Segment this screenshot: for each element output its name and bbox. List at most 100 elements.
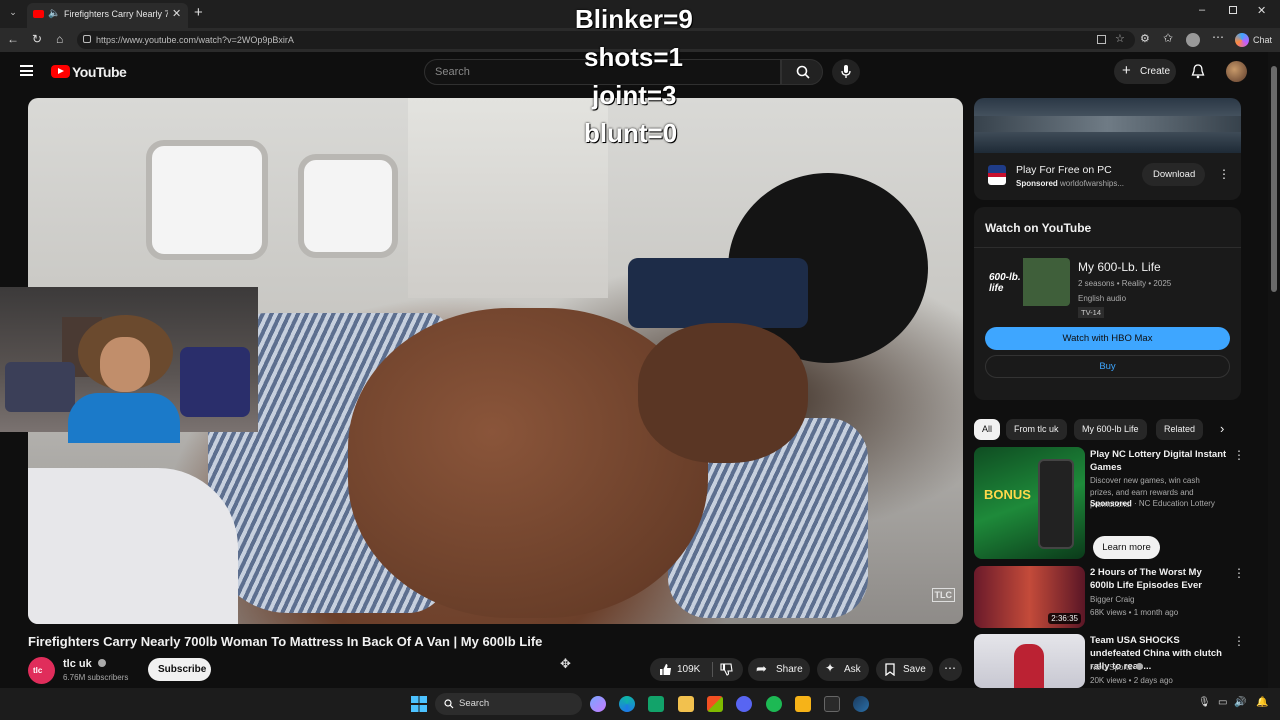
chip-my-600lb-life[interactable]: My 600-lb Life xyxy=(1074,419,1147,440)
webcam-chair xyxy=(180,347,250,417)
home-icon[interactable]: ⌂ xyxy=(56,32,63,46)
copilot-app-icon[interactable] xyxy=(590,696,606,712)
chips-next-chevron-icon[interactable]: › xyxy=(1220,421,1224,436)
overlay-stat-blunt: blunt=0 xyxy=(584,118,678,148)
extensions-icon[interactable]: ⚙ xyxy=(1140,32,1150,45)
ad-download-button[interactable]: Download xyxy=(1142,163,1205,186)
show-thumb-text: 600-lb. life xyxy=(989,272,1021,294)
learn-more-button[interactable]: Learn more xyxy=(1093,536,1160,559)
player-graphic xyxy=(1014,644,1044,688)
rec-title[interactable]: 2 Hours of The Worst My 600lb Life Episo… xyxy=(1090,566,1228,592)
steam-icon[interactable] xyxy=(853,696,869,712)
thumbs-up-icon xyxy=(660,664,671,675)
youtube-favicon-icon xyxy=(33,10,44,18)
tab-title: Firefighters Carry Nearly 700lb xyxy=(64,9,168,19)
taskbar-search[interactable]: Search xyxy=(435,693,582,715)
more-menu-icon[interactable]: ⋯ xyxy=(1212,30,1224,44)
edge-browser-icon[interactable] xyxy=(619,696,635,712)
volume-icon[interactable]: 🔊 xyxy=(1234,697,1246,708)
save-label: Save xyxy=(903,664,926,675)
chat-label[interactable]: Chat xyxy=(1253,35,1272,45)
ad-info-row[interactable]: Play For Free on PC Sponsored worldofwar… xyxy=(974,153,1241,200)
chip-related[interactable]: Related xyxy=(1156,419,1204,440)
plus-icon: + xyxy=(1122,62,1131,79)
rockstar-launcher-icon[interactable] xyxy=(795,696,811,712)
voice-search-button[interactable] xyxy=(832,59,860,85)
rec-more-icon[interactable]: ⋮ xyxy=(1233,448,1245,462)
ad-download-label: Download xyxy=(1153,169,1196,180)
search-button[interactable] xyxy=(781,59,823,85)
split-screen-icon[interactable] xyxy=(1097,35,1106,44)
rec-channel[interactable]: Bigger Craig xyxy=(1090,595,1134,604)
show-rating-badge: TV-14 xyxy=(1078,307,1105,318)
rec-thumbnail-team-usa[interactable] xyxy=(974,634,1085,688)
create-label: Create xyxy=(1140,66,1171,77)
ad-title: Play For Free on PC xyxy=(1016,164,1112,176)
notifications-bell-icon[interactable] xyxy=(1191,64,1205,79)
notification-center-icon[interactable]: 🔔 xyxy=(1256,697,1268,708)
favorite-star-icon[interactable]: ☆ xyxy=(1115,32,1125,45)
network-icon[interactable]: ▭ xyxy=(1218,697,1227,708)
account-avatar[interactable] xyxy=(1226,61,1247,82)
chip-all[interactable]: All xyxy=(974,419,1001,440)
spotify-icon[interactable] xyxy=(766,696,782,712)
rec-more-icon[interactable]: ⋮ xyxy=(1233,566,1245,580)
tab-list-icon[interactable]: ⌄ xyxy=(6,7,20,21)
rec-thumbnail-nc-lottery[interactable]: BONUS xyxy=(974,447,1085,559)
thumbs-down-icon[interactable] xyxy=(720,663,733,676)
channel-name-text: tlc uk xyxy=(63,658,92,670)
watch-with-hbo-button[interactable]: Watch with HBO Max xyxy=(985,327,1230,350)
buy-button[interactable]: Buy xyxy=(985,355,1230,378)
share-button[interactable]: ➦ Share xyxy=(748,658,810,681)
rec-title[interactable]: Play NC Lottery Digital Instant Games xyxy=(1090,448,1228,474)
show-title[interactable]: My 600-Lb. Life xyxy=(1078,260,1161,274)
ad-sponsored-label: Sponsored xyxy=(1016,179,1058,188)
copilot-icon[interactable] xyxy=(1235,33,1249,47)
rec-channel[interactable]: NBC Sports xyxy=(1090,663,1144,672)
chip-from-tlc-uk[interactable]: From tlc uk xyxy=(1006,419,1067,440)
browser-tab[interactable]: 🔈 Firefighters Carry Nearly 700lb ✕ xyxy=(27,3,188,28)
site-info-icon[interactable] xyxy=(83,35,91,43)
pillow xyxy=(28,468,238,624)
more-actions-button[interactable]: ⋯ xyxy=(939,658,962,681)
page-scrollbar[interactable] xyxy=(1268,52,1280,688)
channel-name[interactable]: tlc uk xyxy=(63,658,106,670)
favorites-icon[interactable]: ✩ xyxy=(1163,31,1173,45)
audio-playing-icon[interactable]: 🔈 xyxy=(48,8,60,19)
refresh-icon[interactable]: ↻ xyxy=(32,32,42,46)
file-explorer-icon[interactable] xyxy=(678,696,694,712)
new-tab-icon[interactable]: + xyxy=(194,4,203,21)
ad-banner-image[interactable] xyxy=(974,98,1241,153)
save-button[interactable]: Save xyxy=(876,658,933,681)
epic-games-icon[interactable] xyxy=(824,696,840,712)
ad-more-icon[interactable]: ⋮ xyxy=(1218,167,1230,181)
youtube-logo-text[interactable]: YouTube xyxy=(72,64,127,80)
rec-meta: 68K views • 1 month ago xyxy=(1090,608,1179,617)
create-button[interactable]: + Create xyxy=(1114,59,1176,84)
hamburger-menu-icon[interactable] xyxy=(20,65,33,76)
ask-button[interactable]: ✦ Ask xyxy=(817,658,869,681)
close-window-icon[interactable]: ✕ xyxy=(1257,4,1266,17)
subscribe-button[interactable]: Subscribe xyxy=(148,658,211,681)
channel-avatar[interactable]: tlc xyxy=(28,657,55,684)
rec-thumbnail-worst-600lb[interactable]: 2:36:35 xyxy=(974,566,1085,628)
terminal-app-icon[interactable] xyxy=(648,696,664,712)
maximize-icon[interactable] xyxy=(1229,6,1237,14)
rec-more-icon[interactable]: ⋮ xyxy=(1233,634,1245,648)
scrollbar-thumb[interactable] xyxy=(1271,66,1277,292)
microsoft-store-icon[interactable] xyxy=(707,696,723,712)
ad-source: worldofwarships... xyxy=(1060,179,1125,188)
show-thumbnail[interactable]: 600-lb. life xyxy=(985,258,1070,306)
back-icon[interactable]: ← xyxy=(7,32,19,46)
sparkle-icon: ✦ xyxy=(825,661,836,675)
overlay-stat-shots: shots=1 xyxy=(584,42,683,72)
tlc-watermark: TLC xyxy=(931,588,955,602)
like-button[interactable]: 109K xyxy=(650,658,710,681)
minimize-icon[interactable]: – xyxy=(1199,4,1205,16)
windows-start-icon[interactable] xyxy=(411,696,427,712)
microphone-tray-icon[interactable]: 🎙 xyxy=(1198,697,1211,708)
youtube-logo-icon[interactable] xyxy=(51,65,70,78)
close-tab-icon[interactable]: ✕ xyxy=(172,7,181,20)
discord-icon[interactable] xyxy=(736,696,752,712)
profile-avatar[interactable] xyxy=(1186,33,1200,47)
